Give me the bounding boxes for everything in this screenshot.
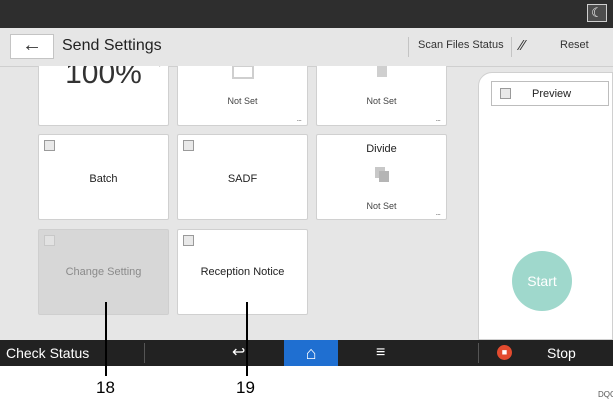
divide-label: Divide: [366, 143, 397, 155]
callout-number-18: 18: [96, 378, 115, 397]
header-divider: [511, 37, 512, 57]
divide-icon-back: [379, 171, 389, 182]
page-title: Send Settings: [62, 37, 162, 54]
more-icon: ...: [435, 207, 440, 217]
batch-tile[interactable]: Batch: [38, 134, 169, 220]
reduce-enlarge-value: 100%: [65, 66, 142, 90]
reception-notice-checkbox[interactable]: [183, 235, 194, 246]
stop-icon: ■: [497, 345, 512, 360]
callout-number-19: 19: [236, 378, 255, 397]
chevron-right-icon: ›: [159, 66, 162, 70]
moon-icon: ☾: [591, 5, 603, 20]
file-type-value: Not Set: [227, 96, 258, 106]
scan-files-status-button[interactable]: Scan Files Status: [418, 39, 504, 51]
more-icon: ...: [296, 113, 301, 123]
bottom-divider: [144, 343, 145, 363]
sadf-checkbox[interactable]: [183, 140, 194, 151]
right-side-panel: Preview Start: [478, 72, 613, 340]
home-button[interactable]: ⌂: [284, 340, 338, 366]
back-button[interactable]: ←: [10, 34, 54, 59]
preview-button[interactable]: Preview: [491, 81, 609, 106]
screen-header: ← Send Settings Scan Files Status ⁄⁄ Res…: [0, 28, 613, 67]
reset-button[interactable]: Reset: [560, 39, 589, 51]
sadf-tile[interactable]: SADF: [177, 134, 308, 220]
start-button[interactable]: Start: [512, 251, 572, 311]
change-setting-label: Change Setting: [65, 266, 142, 278]
batch-checkbox[interactable]: [44, 140, 55, 151]
file-type-tile[interactable]: Not Set ...: [177, 66, 308, 126]
sadf-label: SADF: [227, 173, 258, 185]
more-icon: ...: [435, 113, 440, 123]
bottom-divider: [478, 343, 479, 363]
reset-icon[interactable]: ⁄⁄: [520, 37, 525, 54]
callout-line-19: [246, 302, 248, 376]
change-setting-tile: Change Setting: [38, 229, 169, 315]
batch-label: Batch: [89, 173, 118, 185]
back-nav-icon[interactable]: ↩: [232, 340, 245, 366]
preview-checkbox[interactable]: [500, 88, 511, 99]
file-name-tile[interactable]: Not Set ...: [316, 66, 447, 126]
home-icon: ⌂: [305, 343, 317, 363]
reduce-enlarge-tile[interactable]: 100% ›: [38, 66, 169, 126]
file-type-icon: [232, 66, 254, 79]
divide-value: Not Set: [366, 201, 397, 211]
callout-line-18: [105, 302, 107, 376]
file-name-value: Not Set: [366, 96, 397, 106]
back-arrow-icon: ←: [22, 34, 42, 56]
settings-tile-area: 100% › Not Set ... Not Set ... Batch SAD…: [0, 66, 476, 340]
stop-button[interactable]: Stop: [547, 340, 576, 366]
change-setting-checkbox: [44, 235, 55, 246]
operation-panel-screen: ☾ ← Send Settings Scan Files Status ⁄⁄ R…: [0, 0, 613, 366]
divide-tile[interactable]: Divide Not Set ...: [316, 134, 447, 220]
figure-code: DQC: [598, 390, 613, 399]
preview-label: Preview: [532, 88, 572, 100]
header-divider: [408, 37, 409, 57]
bottom-bar: Check Status ↩ ⌂ ≡ ■ Stop: [0, 340, 613, 366]
reception-notice-label: Reception Notice: [200, 266, 285, 278]
file-name-icon: [377, 66, 387, 77]
menu-icon[interactable]: ≡: [376, 340, 385, 366]
reception-notice-tile[interactable]: Reception Notice: [177, 229, 308, 315]
check-status-button[interactable]: Check Status: [6, 340, 89, 366]
energy-saver-button[interactable]: ☾: [587, 4, 607, 22]
status-bar: ☾: [0, 0, 613, 28]
